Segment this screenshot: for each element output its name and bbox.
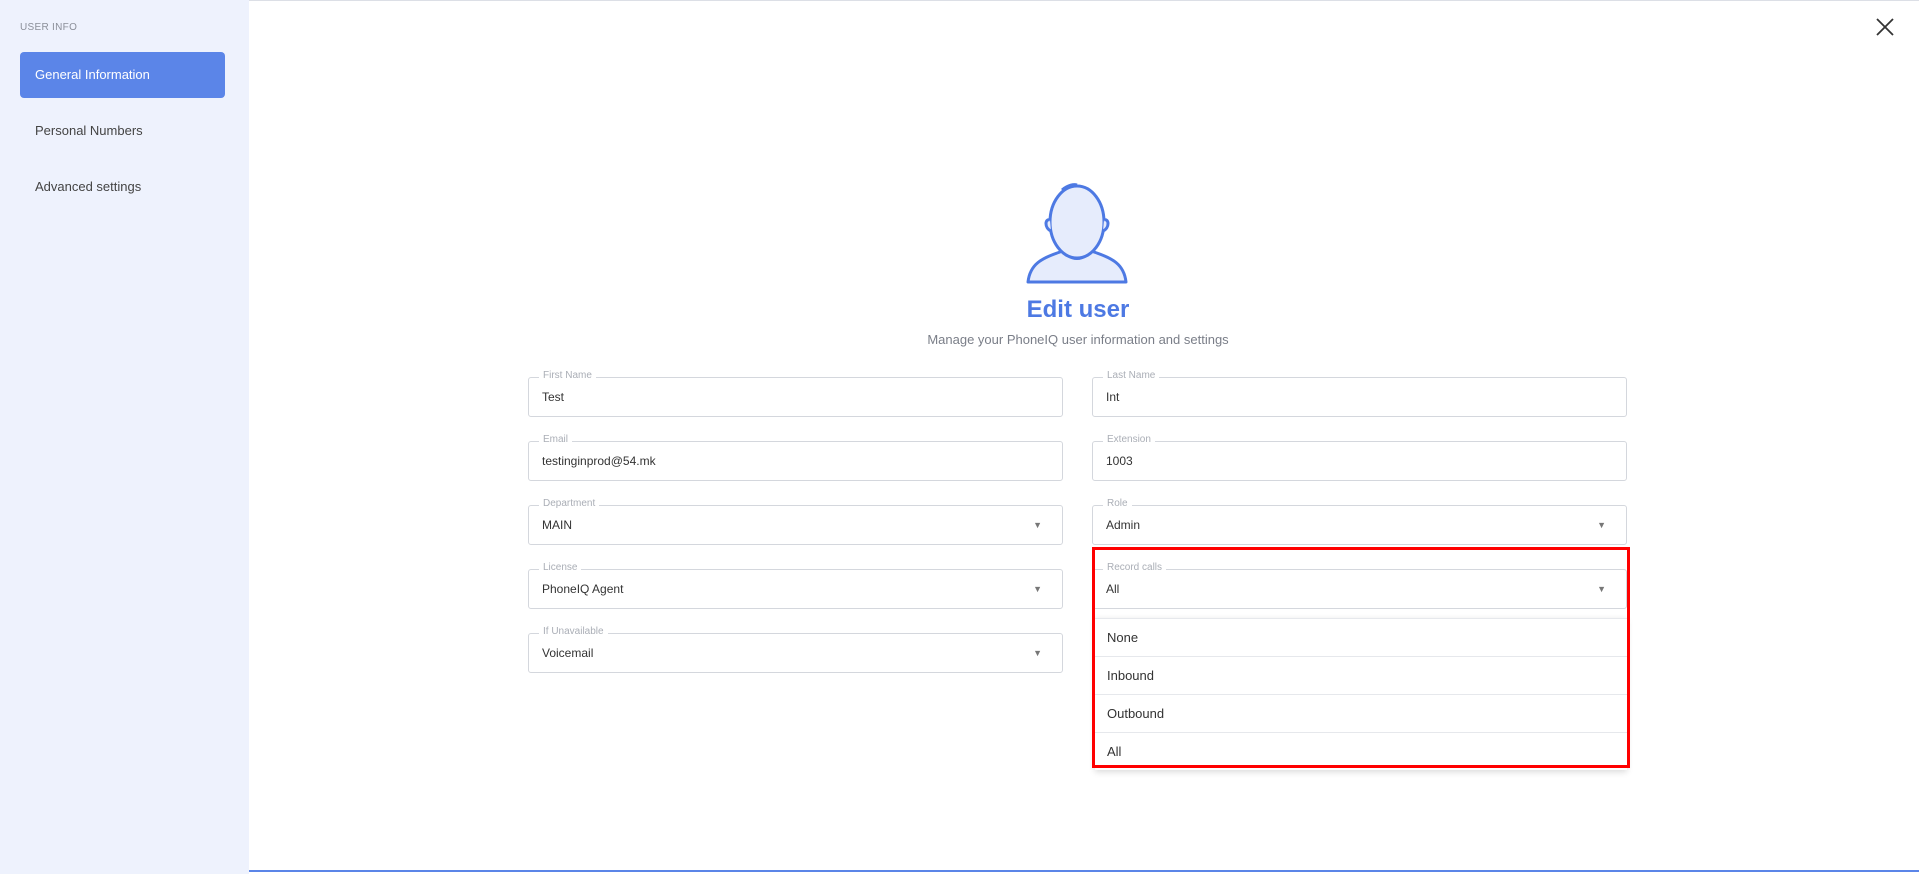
if-unavailable-select[interactable]: If Unavailable Voicemail ▼ (528, 626, 1063, 673)
department-label: Department (539, 498, 600, 509)
user-avatar-icon (1026, 183, 1128, 284)
email-field[interactable]: Email (528, 434, 1063, 481)
role-select[interactable]: Role Admin ▼ (1092, 498, 1627, 545)
last-name-label: Last Name (1103, 370, 1160, 381)
caret-down-icon: ▼ (1033, 584, 1042, 594)
email-input[interactable] (542, 454, 1022, 468)
sidebar-item-advanced-settings[interactable]: Advanced settings (20, 164, 225, 210)
highlight-frame (1092, 547, 1630, 768)
last-name-field[interactable]: Last Name (1092, 370, 1627, 417)
department-value: MAIN (542, 518, 572, 532)
page-title: Edit user (1026, 296, 1130, 323)
role-value: Admin (1106, 518, 1141, 532)
caret-down-icon: ▼ (1033, 520, 1042, 530)
first-name-field[interactable]: First Name (528, 370, 1063, 417)
license-value: PhoneIQ Agent (542, 582, 624, 596)
email-label: Email (539, 434, 573, 445)
if-unavailable-value: Voicemail (542, 646, 594, 660)
first-name-input[interactable] (542, 390, 1022, 404)
license-select[interactable]: License PhoneIQ Agent ▼ (528, 562, 1063, 609)
page-subtitle: Manage your PhoneIQ user information and… (927, 332, 1229, 347)
extension-input[interactable] (1106, 454, 1586, 468)
if-unavailable-label: If Unavailable (539, 626, 608, 637)
license-label: License (539, 562, 582, 573)
close-button[interactable] (1872, 14, 1898, 40)
caret-down-icon: ▼ (1033, 648, 1042, 658)
bottom-accent-line (249, 870, 1919, 872)
sidebar-title: USER INFO (20, 22, 78, 33)
extension-field[interactable]: Extension (1092, 434, 1627, 481)
top-divider (0, 0, 1919, 1)
caret-down-icon: ▼ (1597, 520, 1606, 530)
close-icon (1876, 18, 1894, 36)
first-name-label: First Name (539, 370, 596, 381)
sidebar-item-general-information[interactable]: General Information (20, 52, 225, 98)
sidebar: USER INFO General Information Personal N… (0, 0, 249, 874)
last-name-input[interactable] (1106, 390, 1586, 404)
department-select[interactable]: Department MAIN ▼ (528, 498, 1063, 545)
extension-label: Extension (1103, 434, 1155, 445)
sidebar-item-personal-numbers[interactable]: Personal Numbers (20, 108, 225, 154)
role-label: Role (1103, 498, 1132, 509)
